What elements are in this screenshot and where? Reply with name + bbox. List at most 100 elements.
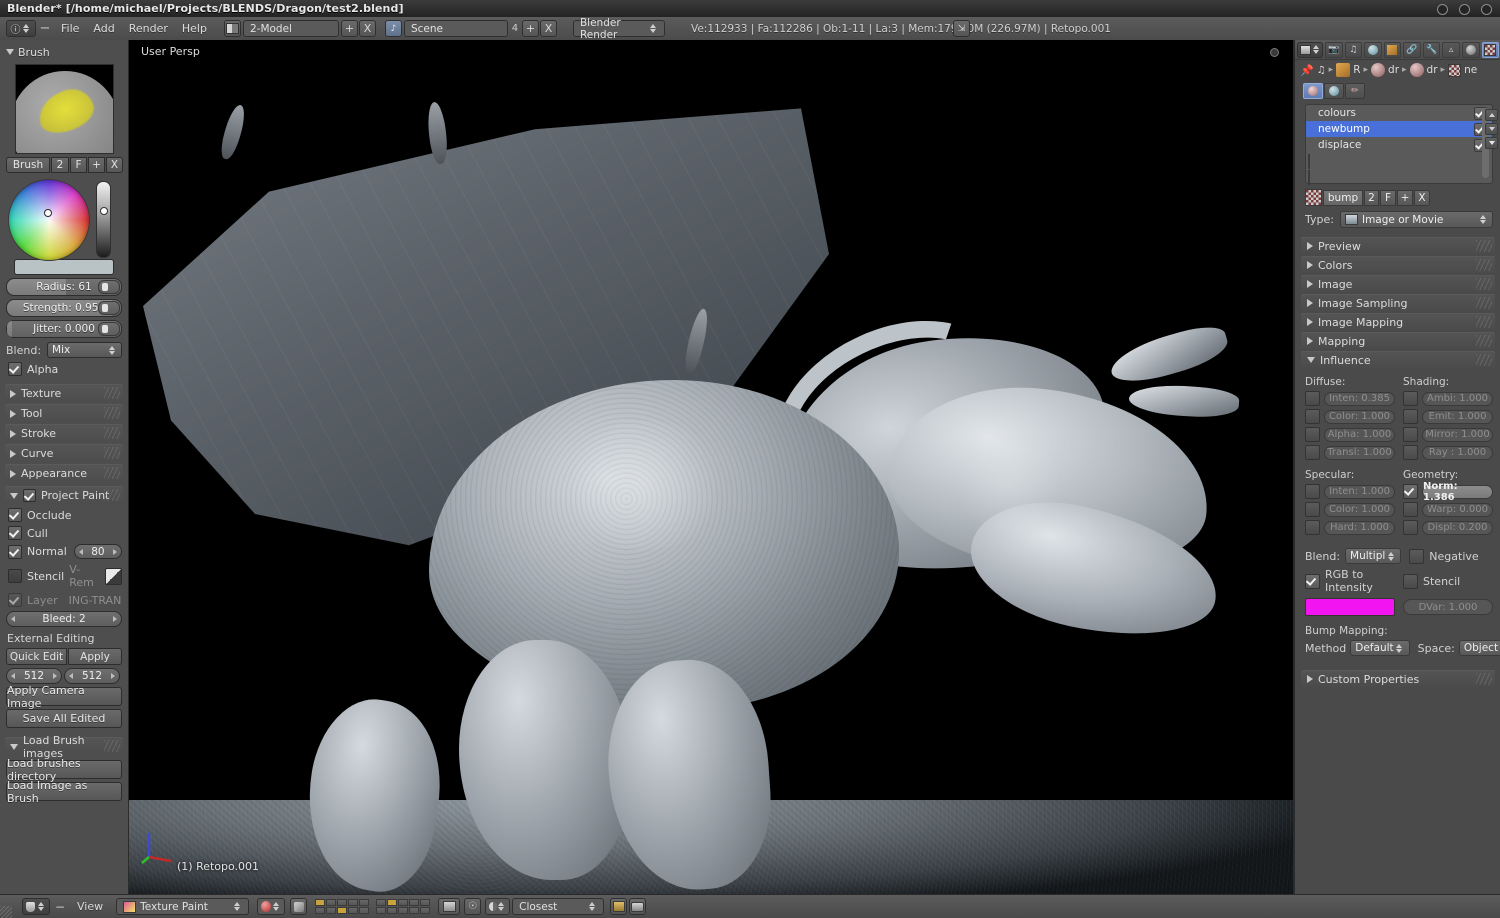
editor-type-selector[interactable] (1297, 41, 1323, 58)
geometry-normal-row[interactable]: Norm: 1.386 (1403, 481, 1493, 503)
checkbox-icon[interactable] (1403, 520, 1418, 535)
quick-edit-button[interactable]: Quick Edit (6, 648, 67, 665)
collapse-icon[interactable]: − (50, 900, 70, 914)
object-tab-icon[interactable] (1383, 41, 1402, 58)
brush-context-icon[interactable]: ✏ (1345, 83, 1365, 99)
checkbox-icon[interactable] (1305, 484, 1320, 499)
space-dropdown[interactable]: Object (1458, 640, 1500, 656)
3dview-editor-icon[interactable] (22, 898, 50, 915)
render-engine-selector[interactable]: Blender Render (572, 17, 665, 41)
delete-screen-layout-button[interactable]: X (358, 20, 376, 37)
panel-image-sampling[interactable]: Image Sampling (1301, 294, 1495, 311)
brush-unlink-button[interactable]: X (106, 157, 123, 173)
dvar-field[interactable]: DVar: 1.000 (1403, 599, 1493, 615)
fullscreen-icon[interactable]: ⇲ (953, 20, 970, 37)
blend-dropdown[interactable]: Mix (47, 342, 122, 358)
rgb-to-intensity-checkbox[interactable] (1305, 573, 1320, 589)
texture-slot-row[interactable]: displace (1306, 137, 1492, 153)
brush-fake-user-button[interactable]: F (70, 157, 87, 173)
specular-intensity-row[interactable]: Inten: 1.000 (1305, 484, 1395, 499)
world-context-icon[interactable] (1324, 83, 1344, 99)
texture-slot-list[interactable]: colours newbump displace (1305, 104, 1493, 185)
radius-pressure-toggle[interactable] (98, 280, 120, 294)
shading-ray-row[interactable]: Ray : 1.000 (1403, 445, 1493, 460)
brush-add-button[interactable]: + (88, 157, 105, 173)
collapse-icon[interactable]: − (36, 21, 54, 36)
interaction-mode-selector[interactable]: Texture Paint (116, 898, 250, 915)
alpha-checkbox[interactable]: Alpha (8, 362, 122, 376)
snap-target-dropdown[interactable]: Closest (512, 898, 605, 915)
layer-grid-2[interactable] (376, 899, 431, 914)
shading-emit-row[interactable]: Emit: 1.000 (1403, 409, 1493, 424)
diffuse-intensity-row[interactable]: Inten: 0.385 (1305, 391, 1395, 406)
snap-element-icon[interactable] (485, 898, 511, 915)
texture-users-button[interactable]: 2 (1364, 189, 1379, 206)
texture-type-dropdown[interactable]: Image or Movie (1339, 211, 1493, 228)
load-image-as-brush-button[interactable]: Load Image as Brush (6, 779, 122, 805)
checkbox-icon[interactable] (1403, 484, 1418, 499)
pin-icon[interactable]: 📌 (1300, 64, 1314, 77)
section-project-paint[interactable]: Project Paint (5, 486, 123, 504)
material-context-icon[interactable] (1303, 83, 1323, 99)
size-y-field[interactable]: 512 (64, 668, 120, 684)
pivot-icon[interactable] (290, 898, 308, 915)
maximize-button[interactable] (1459, 4, 1470, 15)
bleed-field[interactable]: Bleed: 2 (6, 611, 122, 627)
diffuse-alpha-row[interactable]: Alpha: 1.000 (1305, 427, 1395, 442)
normal-checkbox-row[interactable]: Normal 80 (8, 544, 122, 559)
checkbox-icon[interactable] (1305, 427, 1320, 442)
panel-colors[interactable]: Colors (1301, 256, 1495, 273)
breadcrumb-object[interactable]: R (1353, 64, 1360, 76)
diffuse-color-row[interactable]: Color: 1.000 (1305, 409, 1395, 424)
screen-layout-icon[interactable] (223, 20, 241, 37)
panel-influence[interactable]: Influence (1301, 351, 1495, 368)
shading-ambient-row[interactable]: Ambi: 1.000 (1403, 391, 1493, 406)
scene-icon[interactable]: ♪ (384, 20, 402, 37)
material-tab-icon[interactable] (1461, 41, 1480, 58)
color-wheel-cursor[interactable] (44, 209, 52, 217)
brush-panel-header[interactable]: Brush (0, 44, 128, 60)
checkbox-icon[interactable] (1305, 520, 1320, 535)
diffuse-translucency-row[interactable]: Transl: 1.000 (1305, 445, 1395, 460)
texture-fake-user-button[interactable]: F (1380, 189, 1396, 206)
value-slider-handle[interactable] (99, 207, 108, 215)
constraints-tab-icon[interactable]: 🔗 (1403, 41, 1421, 58)
geometry-warp-row[interactable]: Warp: 0.000 (1403, 502, 1493, 517)
texture-tab-icon[interactable] (1481, 41, 1500, 58)
geometry-displace-row[interactable]: Displ: 0.200 (1403, 520, 1493, 535)
menu-help[interactable]: Help (175, 20, 214, 37)
blend-dropdown[interactable]: Multipl (1345, 548, 1402, 564)
texture-slot-row[interactable]: newbump (1306, 121, 1492, 137)
texture-slot-row[interactable]: colours (1306, 105, 1492, 121)
shading-mirror-row[interactable]: Mirror: 1.000 (1403, 427, 1493, 442)
world-tab-icon[interactable] (1364, 41, 1382, 58)
stencil-checkbox-row[interactable]: Stencil V-Rem (8, 563, 122, 589)
particles-tab-icon[interactable]: ▵ (1442, 41, 1460, 58)
specular-hardness-row[interactable]: Hard: 1.000 (1305, 520, 1395, 535)
shading-icon[interactable] (257, 898, 286, 915)
normal-angle-field[interactable]: 80 (73, 544, 122, 559)
modifiers-tab-icon[interactable]: 🔧 (1422, 41, 1441, 58)
texture-unlink-button[interactable]: X (1414, 189, 1430, 206)
project-paint-checkbox[interactable] (23, 489, 36, 502)
specular-color-row[interactable]: Color: 1.000 (1305, 502, 1395, 517)
menu-file[interactable]: File (54, 20, 86, 37)
editor-type-selector[interactable]: ⓘ (6, 20, 36, 37)
add-screen-layout-button[interactable]: + (340, 20, 358, 37)
strength-slider[interactable]: Strength: 0.959 (6, 299, 122, 317)
texture-slot-icon[interactable] (1308, 170, 1310, 185)
secondary-color-bar[interactable] (14, 259, 114, 275)
stencil-checkbox[interactable] (1403, 573, 1418, 589)
breadcrumb-material-2[interactable]: dr (1427, 64, 1438, 76)
brush-preview[interactable] (14, 64, 114, 154)
panel-image-mapping[interactable]: Image Mapping (1301, 313, 1495, 330)
texture-add-button[interactable]: + (1397, 189, 1413, 206)
panel-mapping[interactable]: Mapping (1301, 332, 1495, 349)
viewport-options-icon[interactable] (1270, 48, 1279, 57)
panel-preview[interactable]: Preview (1301, 237, 1495, 254)
checkbox-icon[interactable] (1305, 391, 1320, 406)
minimize-button[interactable] (1437, 4, 1448, 15)
menu-add[interactable]: Add (86, 20, 121, 37)
render-tab-icon[interactable]: 📷 (1325, 41, 1343, 58)
negative-checkbox[interactable] (1409, 548, 1425, 564)
